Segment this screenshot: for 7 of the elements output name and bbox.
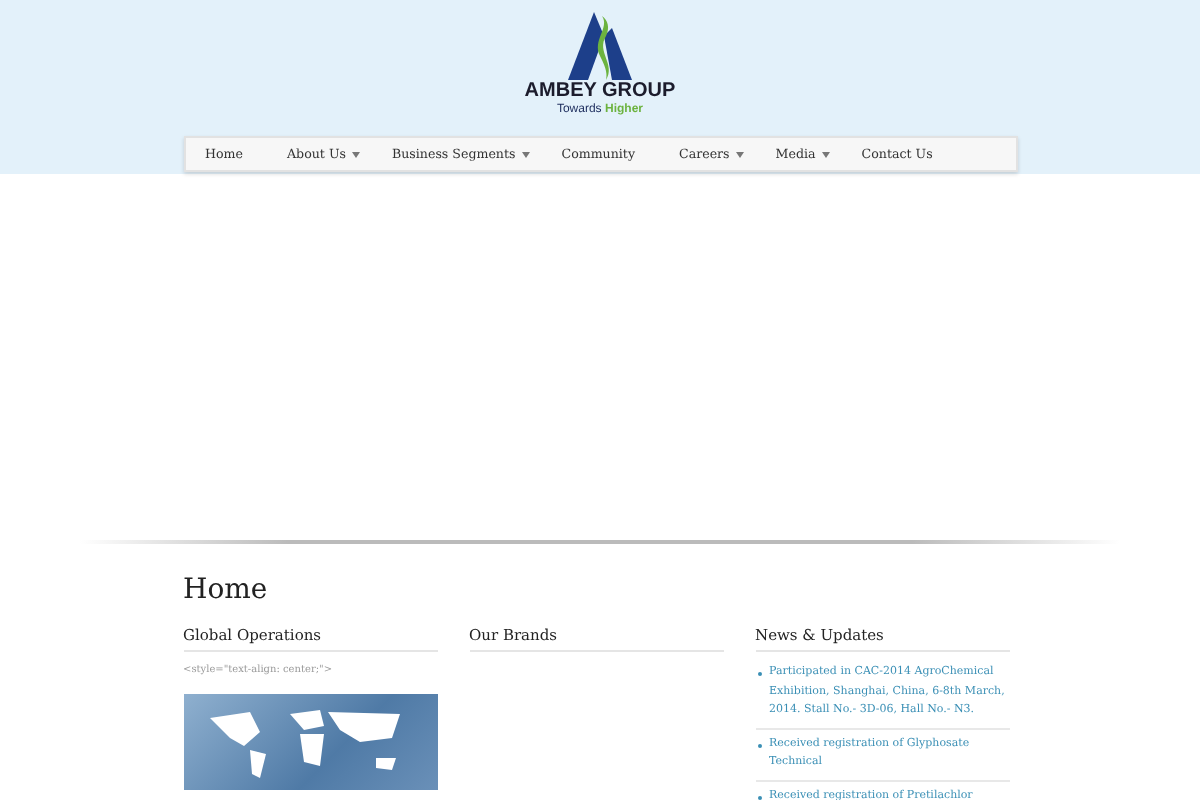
caret-icon xyxy=(521,151,530,157)
caret-icon xyxy=(351,151,360,157)
caret-icon xyxy=(735,151,744,157)
caret-icon xyxy=(821,151,830,157)
logo-name: AMBEY GROUP xyxy=(524,80,676,102)
page-title: Home xyxy=(183,574,270,606)
logo-icon xyxy=(567,12,632,80)
